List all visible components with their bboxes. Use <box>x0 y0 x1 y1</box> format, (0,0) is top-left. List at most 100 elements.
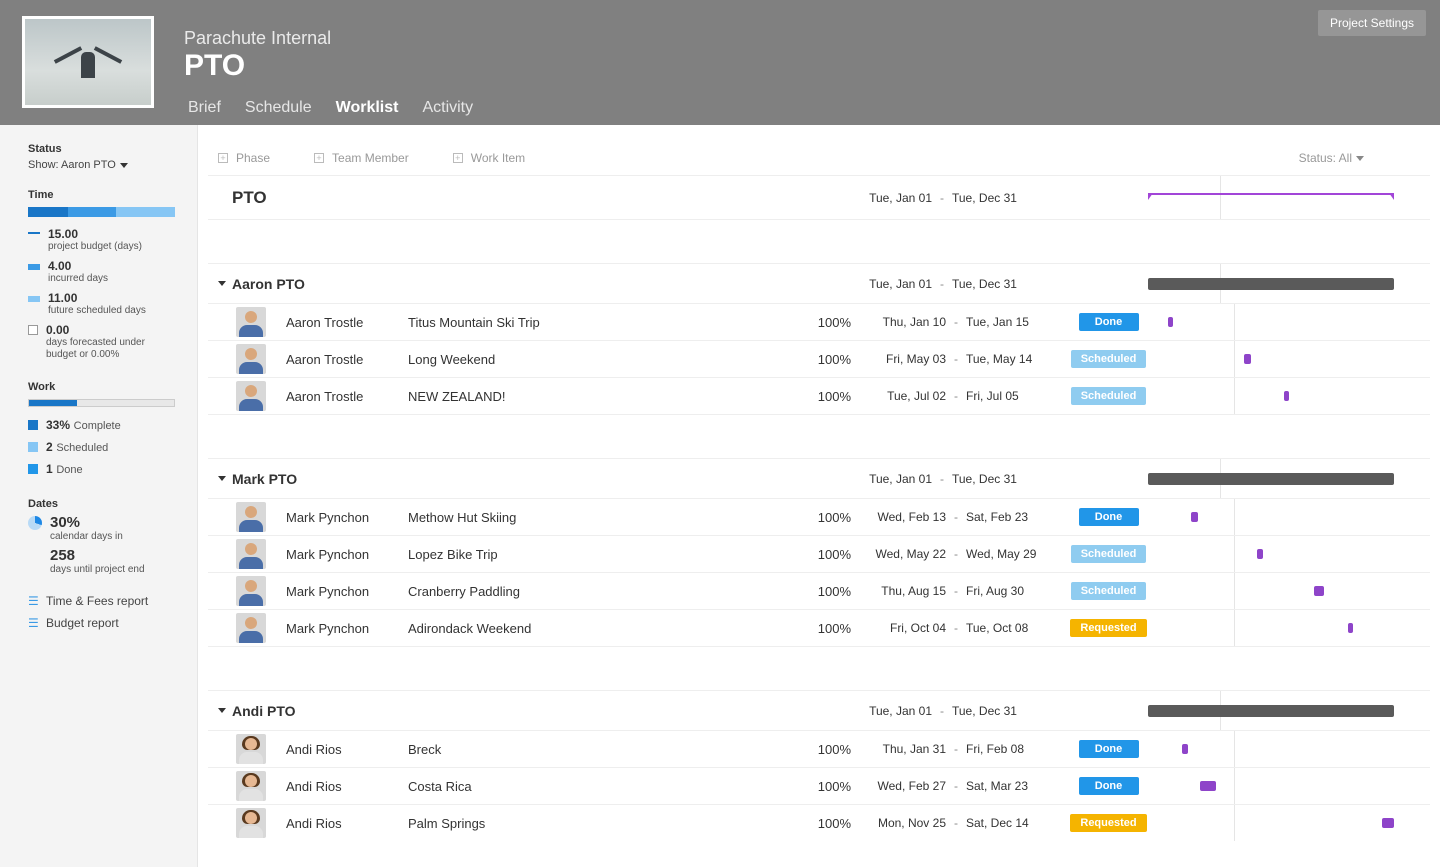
swatch-icon <box>28 325 38 335</box>
swatch-icon <box>28 420 38 430</box>
start-date: Tue, Jul 02 <box>851 389 946 403</box>
filter-bar: +Phase +Team Member +Work Item Status: A… <box>208 147 1430 175</box>
task-name: Costa Rica <box>408 779 791 794</box>
header-tabs: Brief Schedule Worklist Activity <box>188 99 473 117</box>
plus-icon: + <box>218 153 228 163</box>
end-date: Tue, Oct 08 <box>966 621 1061 635</box>
avatar <box>236 307 266 337</box>
end-date: Sat, Feb 23 <box>966 510 1061 524</box>
report-icon: ☰ <box>28 594 38 608</box>
group-header-row[interactable]: Aaron PTOTue, Jan 01-Tue, Dec 31 <box>208 263 1430 303</box>
report-link[interactable]: ☰Budget report <box>28 616 175 630</box>
percent: 100% <box>791 389 851 404</box>
collapse-icon[interactable] <box>218 705 232 716</box>
filter-work-item[interactable]: +Work Item <box>453 151 525 165</box>
project-image <box>22 16 154 108</box>
tab-activity[interactable]: Activity <box>422 99 473 117</box>
member-name: Mark Pynchon <box>286 510 408 525</box>
gantt-item-bar <box>1284 391 1289 401</box>
member-name: Andi Rios <box>286 816 408 831</box>
gantt-item-bar <box>1348 623 1353 633</box>
plus-icon: + <box>453 153 463 163</box>
gantt-group-bar <box>1148 473 1394 485</box>
percent: 100% <box>791 742 851 757</box>
task-name: Adirondack Weekend <box>408 621 791 636</box>
sidebar-status-title: Status <box>28 143 175 155</box>
member-name: Aaron Trostle <box>286 352 408 367</box>
sidebar-show-dropdown[interactable]: Show: Aaron PTO <box>28 159 175 171</box>
gantt-item-bar <box>1200 781 1216 791</box>
percent: 100% <box>791 816 851 831</box>
work-stat: 33% Complete <box>28 417 175 433</box>
work-item-row[interactable]: Aaron TrostleTitus Mountain Ski Trip100%… <box>208 303 1430 340</box>
start-date: Mon, Nov 25 <box>851 816 946 830</box>
percent: 100% <box>791 352 851 367</box>
time-progress-bar <box>28 207 175 217</box>
sidebar-dates-title: Dates <box>28 498 175 510</box>
section-header-row: PTO Tue, Jan 01 - Tue, Dec 31 <box>208 175 1430 219</box>
gantt-cell <box>1162 378 1420 414</box>
work-item-row[interactable]: Andi RiosBreck100%Thu, Jan 31-Fri, Feb 0… <box>208 730 1430 767</box>
filter-phase[interactable]: +Phase <box>218 151 270 165</box>
status-badge: Done <box>1079 777 1139 795</box>
gantt-cell <box>1162 536 1420 572</box>
gantt-item-bar <box>1191 512 1198 522</box>
percent: 100% <box>791 315 851 330</box>
work-item-row[interactable]: Andi RiosPalm Springs100%Mon, Nov 25-Sat… <box>208 804 1430 841</box>
group-header-row[interactable]: Mark PTOTue, Jan 01-Tue, Dec 31 <box>208 458 1430 498</box>
main-content: +Phase +Team Member +Work Item Status: A… <box>198 125 1440 867</box>
status-filter-dropdown[interactable]: Status: All <box>1299 151 1364 165</box>
gantt-cell <box>1162 573 1420 609</box>
work-item-row[interactable]: Mark PynchonMethow Hut Skiing100%Wed, Fe… <box>208 498 1430 535</box>
gantt-item-bar <box>1382 818 1394 828</box>
gantt-cell <box>1162 610 1420 646</box>
work-item-row[interactable]: Andi RiosCosta Rica100%Wed, Feb 27-Sat, … <box>208 767 1430 804</box>
avatar <box>236 502 266 532</box>
avatar <box>236 576 266 606</box>
start-date: Thu, Jan 31 <box>851 742 946 756</box>
end-date: Wed, May 29 <box>966 547 1061 561</box>
status-badge: Scheduled <box>1071 387 1147 405</box>
dates-stat: 30% calendar days in 258 days until proj… <box>28 514 175 576</box>
status-badge: Requested <box>1070 814 1146 832</box>
filter-team-member[interactable]: +Team Member <box>314 151 409 165</box>
task-name: NEW ZEALAND! <box>408 389 791 404</box>
group-name: Aaron PTO <box>232 276 387 292</box>
gantt-cell <box>1148 176 1406 219</box>
avatar <box>236 771 266 801</box>
collapse-icon[interactable] <box>218 473 232 484</box>
gantt-cell <box>1162 731 1420 767</box>
status-badge: Done <box>1079 508 1139 526</box>
tab-schedule[interactable]: Schedule <box>245 99 312 117</box>
work-item-row[interactable]: Mark PynchonLopez Bike Trip100%Wed, May … <box>208 535 1430 572</box>
gantt-group-bar <box>1148 278 1394 290</box>
gantt-cell <box>1162 499 1420 535</box>
end-date: Tue, Jan 15 <box>966 315 1061 329</box>
avatar <box>236 808 266 838</box>
work-item-row[interactable]: Mark PynchonCranberry Paddling100%Thu, A… <box>208 572 1430 609</box>
project-settings-button[interactable]: Project Settings <box>1318 10 1426 36</box>
gantt-item-bar <box>1314 586 1324 596</box>
percent: 100% <box>791 584 851 599</box>
start-date: Wed, Feb 27 <box>851 779 946 793</box>
work-item-row[interactable]: Aaron TrostleNEW ZEALAND!100%Tue, Jul 02… <box>208 377 1430 414</box>
section-title: PTO <box>232 188 387 208</box>
swatch-icon <box>28 442 38 452</box>
work-stat: 1 Done <box>28 461 175 477</box>
report-link[interactable]: ☰Time & Fees report <box>28 594 175 608</box>
collapse-icon[interactable] <box>218 278 232 289</box>
avatar <box>236 539 266 569</box>
end-date: Fri, Jul 05 <box>966 389 1061 403</box>
work-progress-bar <box>28 399 175 407</box>
end-date: Sat, Dec 14 <box>966 816 1061 830</box>
tab-worklist[interactable]: Worklist <box>336 99 399 117</box>
work-stat: 2 Scheduled <box>28 439 175 455</box>
work-item-row[interactable]: Aaron TrostleLong Weekend100%Fri, May 03… <box>208 340 1430 377</box>
swatch-icon <box>28 296 40 302</box>
group-header-row[interactable]: Andi PTOTue, Jan 01-Tue, Dec 31 <box>208 690 1430 730</box>
company-name: Parachute Internal <box>184 28 331 49</box>
work-item-row[interactable]: Mark PynchonAdirondack Weekend100%Fri, O… <box>208 609 1430 646</box>
status-badge: Done <box>1079 740 1139 758</box>
gantt-range-bar <box>1148 193 1394 199</box>
tab-brief[interactable]: Brief <box>188 99 221 117</box>
